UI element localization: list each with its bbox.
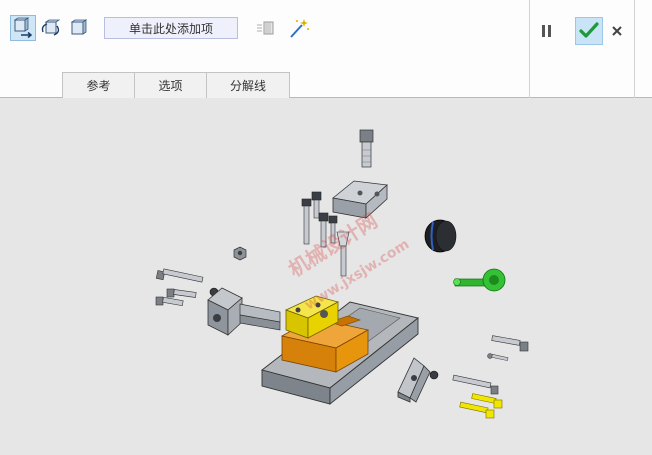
right-bolts[interactable] bbox=[452, 335, 529, 395]
cancel-button[interactable] bbox=[603, 17, 631, 45]
move-part-button[interactable] bbox=[10, 15, 36, 41]
pause-button[interactable] bbox=[533, 17, 561, 45]
rotate-part-button[interactable] bbox=[38, 15, 64, 41]
move-part-icon bbox=[13, 17, 33, 39]
pause-icon bbox=[542, 25, 551, 37]
small-nut[interactable] bbox=[233, 246, 247, 261]
explode-lines-button[interactable] bbox=[252, 15, 278, 41]
tab-references[interactable]: 参考 bbox=[62, 72, 135, 98]
top-bolt[interactable] bbox=[359, 129, 374, 168]
black-knob[interactable] bbox=[424, 219, 457, 253]
confirm-button[interactable] bbox=[575, 17, 603, 45]
rotate-part-icon bbox=[41, 19, 61, 36]
right-support[interactable] bbox=[397, 357, 439, 403]
tab-explode-lines[interactable]: 分解线 bbox=[206, 72, 290, 98]
ribbon: 单击此处添加项 参考 选项 分解线 bbox=[0, 0, 652, 98]
magic-wand-button[interactable] bbox=[286, 15, 312, 41]
divider bbox=[529, 0, 530, 98]
yellow-screws[interactable] bbox=[459, 393, 503, 419]
explode-lines-icon bbox=[257, 21, 274, 35]
component-button[interactable] bbox=[66, 15, 92, 41]
component-icon bbox=[70, 19, 88, 35]
selected-eye-bolt[interactable] bbox=[453, 268, 506, 292]
collector-field[interactable]: 单击此处添加项 bbox=[104, 17, 238, 39]
divider bbox=[634, 0, 635, 98]
tab-options[interactable]: 选项 bbox=[134, 72, 207, 98]
check-icon bbox=[579, 22, 599, 38]
tab-bar: 参考 选项 分解线 bbox=[62, 72, 290, 98]
graphics-viewport[interactable] bbox=[0, 98, 652, 455]
close-icon bbox=[612, 26, 622, 36]
magic-wand-icon bbox=[290, 19, 309, 38]
left-clamp-jaw[interactable] bbox=[207, 287, 281, 336]
